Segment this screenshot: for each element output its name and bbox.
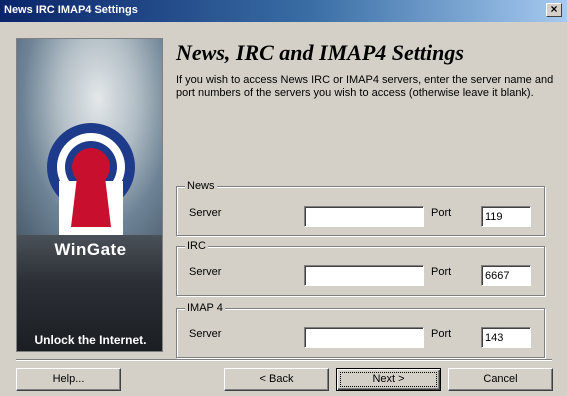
news-group: News Server Port [176,180,545,236]
window-title: News IRC IMAP4 Settings [4,4,138,16]
intro-text: If you wish to access News IRC or IMAP4 … [176,74,554,99]
next-button[interactable]: Next > [336,368,441,391]
imap-port-label: Port [431,328,452,340]
banner-slogan: Unlock the Internet. [34,333,147,347]
wingate-logo-icon [47,123,135,235]
imap-server-label: Server [189,328,222,340]
help-button-label: Help... [52,373,85,385]
cancel-button-label: Cancel [483,373,518,385]
irc-group: IRC Server Port [176,240,545,296]
imap-group: IMAP 4 Server Port [176,302,545,358]
news-server-input[interactable] [304,206,424,227]
news-port-label: Port [431,207,452,219]
page-heading: News, IRC and IMAP4 Settings [176,40,464,65]
help-button[interactable]: Help... [16,368,121,391]
news-server-label: Server [189,207,222,219]
imap-group-label: IMAP 4 [185,302,225,314]
irc-port-label: Port [431,266,452,278]
close-icon: × [550,2,558,16]
banner-brand: WinGate [54,240,127,259]
wingate-banner: WinGate Unlock the Internet. [16,38,163,352]
irc-port-input[interactable] [481,265,531,286]
cancel-button[interactable]: Cancel [448,368,553,391]
settings-window: News IRC IMAP4 Settings × WinGate Unlock… [0,0,567,396]
irc-server-label: Server [189,266,222,278]
back-button-label: < Back [259,373,294,385]
news-port-input[interactable] [481,206,531,227]
title-bar[interactable]: News IRC IMAP4 Settings × [0,0,567,22]
back-button[interactable]: < Back [224,368,329,391]
irc-server-input[interactable] [304,265,424,286]
irc-group-label: IRC [185,240,208,252]
imap-server-input[interactable] [304,327,424,348]
button-divider [16,359,552,361]
news-group-label: News [185,180,217,192]
close-button[interactable]: × [546,3,562,17]
imap-port-input[interactable] [481,327,531,348]
next-button-label: Next > [372,373,405,385]
